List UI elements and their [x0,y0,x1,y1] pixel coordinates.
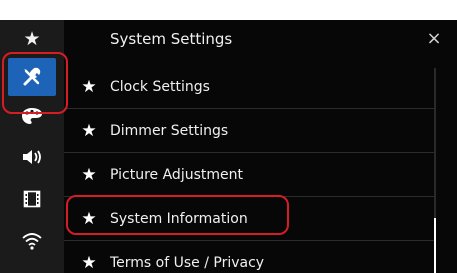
sidebar-rail: ★ [0,20,64,273]
menu-item-clock-settings[interactable]: ★ Clock Settings [64,65,434,108]
palette-icon[interactable] [8,97,56,135]
wifi-icon[interactable] [8,222,56,260]
speaker-icon[interactable] [8,138,56,176]
menu-item-dimmer-settings[interactable]: ★ Dimmer Settings [64,109,434,152]
film-icon[interactable] [8,180,56,218]
menu-item-picture-adjustment[interactable]: ★ Picture Adjustment [64,153,434,196]
menu-item-label: Terms of Use / Privacy [110,254,265,271]
menu-item-system-information[interactable]: ★ System Information [64,197,434,240]
favorite-star-icon[interactable]: ★ [80,77,98,97]
favorite-star-icon[interactable]: ★ [80,209,98,229]
favorite-star-icon[interactable]: ★ [80,253,98,273]
cropped-text-fragment: ​ [0,0,200,12]
favorite-star-icon[interactable]: ★ [80,121,98,141]
close-button[interactable]: × [423,20,445,58]
menu-item-label: Clock Settings [110,78,210,95]
cropped-top-strip: ​ [0,0,457,20]
tools-icon[interactable] [8,58,56,96]
scrollbar-thumb[interactable] [434,218,436,273]
page-title: System Settings [110,30,233,48]
settings-header: System Settings × [64,20,457,58]
menu-item-terms-of-use-privacy[interactable]: ★ Terms of Use / Privacy [64,241,434,273]
settings-menu-list: ★ Clock Settings ★ Dimmer Settings ★ Pic… [64,58,457,273]
favorite-star-icon[interactable]: ★ [80,165,98,185]
menu-item-label: System Information [110,210,248,227]
favorites-star-icon[interactable]: ★ [8,20,56,58]
menu-item-label: Dimmer Settings [110,122,229,139]
system-settings-screen: ★ System Settings × ★ Clock Settings ★ D… [0,20,457,273]
menu-item-label: Picture Adjustment [110,166,243,183]
